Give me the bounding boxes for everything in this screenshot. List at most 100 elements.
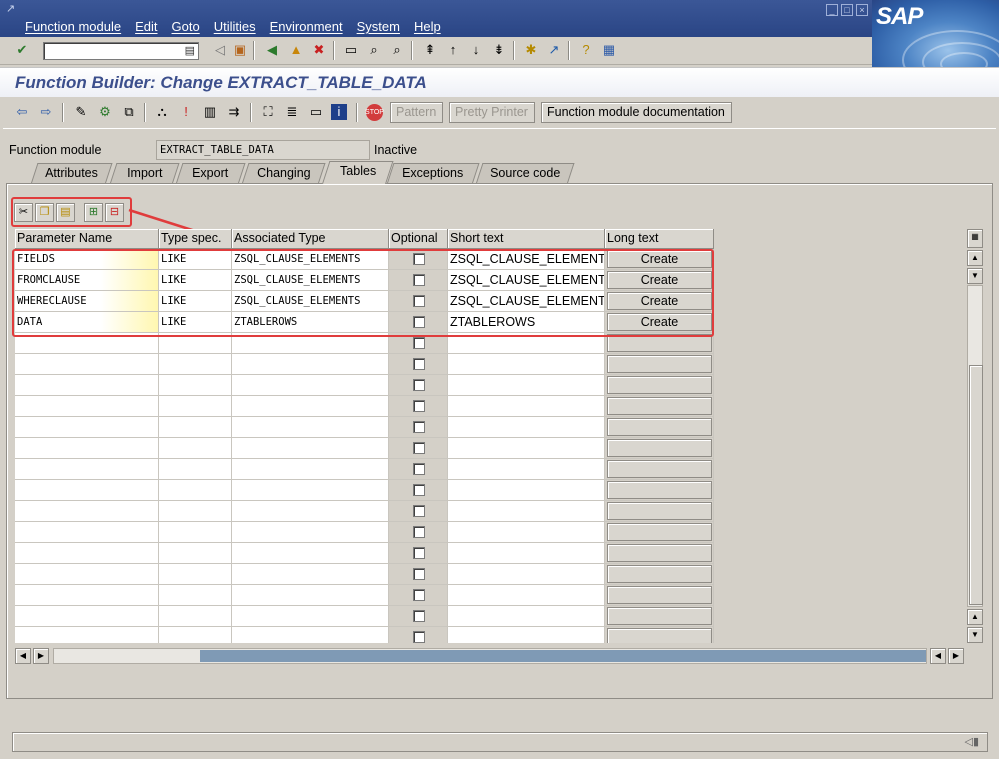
check-icon[interactable]: ⚙ (96, 103, 114, 121)
command-history-icon[interactable]: ▤ (185, 44, 195, 57)
status-bar-toggle-icon[interactable]: ◁▮ (964, 735, 979, 748)
tab-export[interactable]: Export (176, 163, 246, 183)
short-text-cell[interactable] (448, 375, 605, 396)
column-header-type-spec[interactable]: Type spec. (159, 229, 232, 249)
optional-checkbox[interactable] (413, 589, 425, 601)
short-text-cell[interactable] (448, 459, 605, 480)
activate-icon[interactable]: ⧉ (120, 103, 138, 121)
vertical-scrollbar[interactable]: ▦ ▲ ▼ ▲ ▼ (967, 229, 984, 645)
create-long-text-button[interactable] (607, 502, 712, 520)
menu-utilities[interactable]: Utilities (207, 18, 263, 35)
short-text-cell[interactable] (448, 627, 605, 643)
find-next-icon[interactable]: ⌕ (388, 41, 406, 59)
maximize-icon[interactable]: □ (841, 4, 853, 16)
associated-type-cell[interactable] (232, 480, 389, 501)
scroll-left-end-icon[interactable]: ◀ (930, 648, 946, 664)
scroll-up-icon[interactable]: ▼ (967, 268, 983, 284)
column-header-optional[interactable]: Optional (389, 229, 448, 249)
vertical-scroll-thumb[interactable] (969, 365, 983, 605)
type-spec-cell[interactable] (159, 522, 232, 543)
print-icon[interactable]: ▭ (342, 41, 360, 59)
parameter-name-cell[interactable] (15, 585, 159, 606)
next-page-icon[interactable]: ↓ (467, 41, 485, 59)
display-object-icon[interactable]: ▭ (307, 103, 325, 121)
parameter-name-cell[interactable] (15, 375, 159, 396)
type-spec-cell[interactable] (159, 438, 232, 459)
create-long-text-button[interactable] (607, 586, 712, 604)
breakpoint-icon[interactable]: ! (177, 103, 195, 121)
menu-system[interactable]: System (350, 18, 407, 35)
optional-checkbox[interactable] (413, 421, 425, 433)
type-spec-cell[interactable] (159, 627, 232, 643)
associated-type-cell[interactable] (232, 627, 389, 643)
find-icon[interactable]: ⌕ (365, 41, 383, 59)
collapse-arrow-icon[interactable]: ◁ (211, 41, 229, 59)
scroll-bottom-icon[interactable]: ▼ (967, 627, 983, 643)
column-settings-icon[interactable]: ▦ (967, 229, 983, 248)
create-long-text-button[interactable] (607, 565, 712, 583)
forward-arrow-icon[interactable]: ⇨ (37, 103, 55, 121)
help-icon[interactable]: ? (577, 41, 595, 59)
pattern-button[interactable]: Pattern (390, 102, 443, 123)
associated-type-cell[interactable] (232, 459, 389, 480)
type-spec-cell[interactable] (159, 501, 232, 522)
type-spec-cell[interactable] (159, 354, 232, 375)
optional-checkbox[interactable] (413, 400, 425, 412)
type-spec-cell[interactable] (159, 564, 232, 585)
type-spec-cell[interactable] (159, 375, 232, 396)
stack-icon[interactable]: ≣ (283, 103, 301, 121)
create-session-icon[interactable]: ✱ (522, 41, 540, 59)
associated-type-cell[interactable] (232, 396, 389, 417)
object-list-icon[interactable]: ⇉ (225, 103, 243, 121)
short-text-cell[interactable] (448, 480, 605, 501)
associated-type-cell[interactable] (232, 522, 389, 543)
enter-check-icon[interactable]: ✔ (13, 41, 31, 59)
type-spec-cell[interactable] (159, 543, 232, 564)
column-header-parameter-name[interactable]: Parameter Name (15, 229, 159, 249)
optional-checkbox[interactable] (413, 505, 425, 517)
associated-type-cell[interactable] (232, 564, 389, 585)
associated-type-cell[interactable] (232, 417, 389, 438)
optional-checkbox[interactable] (413, 337, 425, 349)
type-spec-cell[interactable] (159, 417, 232, 438)
create-long-text-button[interactable] (607, 439, 712, 457)
vertical-scroll-track[interactable] (967, 285, 983, 607)
scroll-right-step-icon[interactable]: ▶ (33, 648, 49, 664)
parameter-name-cell[interactable] (15, 396, 159, 417)
test-icon[interactable]: ▥ (201, 103, 219, 121)
display-change-icon[interactable]: ✎ (72, 103, 90, 121)
short-text-cell[interactable] (448, 543, 605, 564)
command-field[interactable]: ▤ (43, 42, 199, 60)
info-icon[interactable]: i (331, 104, 347, 120)
type-spec-cell[interactable] (159, 459, 232, 480)
parameter-name-cell[interactable] (15, 606, 159, 627)
short-text-cell[interactable] (448, 585, 605, 606)
exit-icon[interactable]: ▲ (287, 41, 305, 59)
function-module-documentation-button[interactable]: Function module documentation (541, 102, 732, 123)
scroll-right-end-icon[interactable]: ▶ (948, 648, 964, 664)
associated-type-cell[interactable] (232, 585, 389, 606)
menu-function-module[interactable]: Function module (18, 18, 128, 35)
parameter-name-cell[interactable] (15, 501, 159, 522)
type-spec-cell[interactable] (159, 480, 232, 501)
parameter-name-cell[interactable] (15, 438, 159, 459)
pretty-printer-button[interactable]: Pretty Printer (449, 102, 535, 123)
save-icon[interactable]: ▣ (231, 41, 249, 59)
short-text-cell[interactable] (448, 501, 605, 522)
parameter-name-cell[interactable] (15, 417, 159, 438)
create-long-text-button[interactable] (607, 397, 712, 415)
parameter-name-cell[interactable] (15, 480, 159, 501)
cancel-icon[interactable]: ✖ (310, 41, 328, 59)
parameter-name-cell[interactable] (15, 627, 159, 643)
tab-source-code[interactable]: Source code (476, 163, 575, 183)
associated-type-cell[interactable] (232, 438, 389, 459)
type-spec-cell[interactable] (159, 396, 232, 417)
optional-checkbox[interactable] (413, 526, 425, 538)
previous-page-icon[interactable]: ↑ (444, 41, 462, 59)
optional-checkbox[interactable] (413, 568, 425, 580)
short-text-cell[interactable] (448, 438, 605, 459)
type-spec-cell[interactable] (159, 585, 232, 606)
optional-checkbox[interactable] (413, 358, 425, 370)
close-icon[interactable]: × (856, 4, 868, 16)
system-menu-icon[interactable]: ↗ (6, 4, 18, 15)
